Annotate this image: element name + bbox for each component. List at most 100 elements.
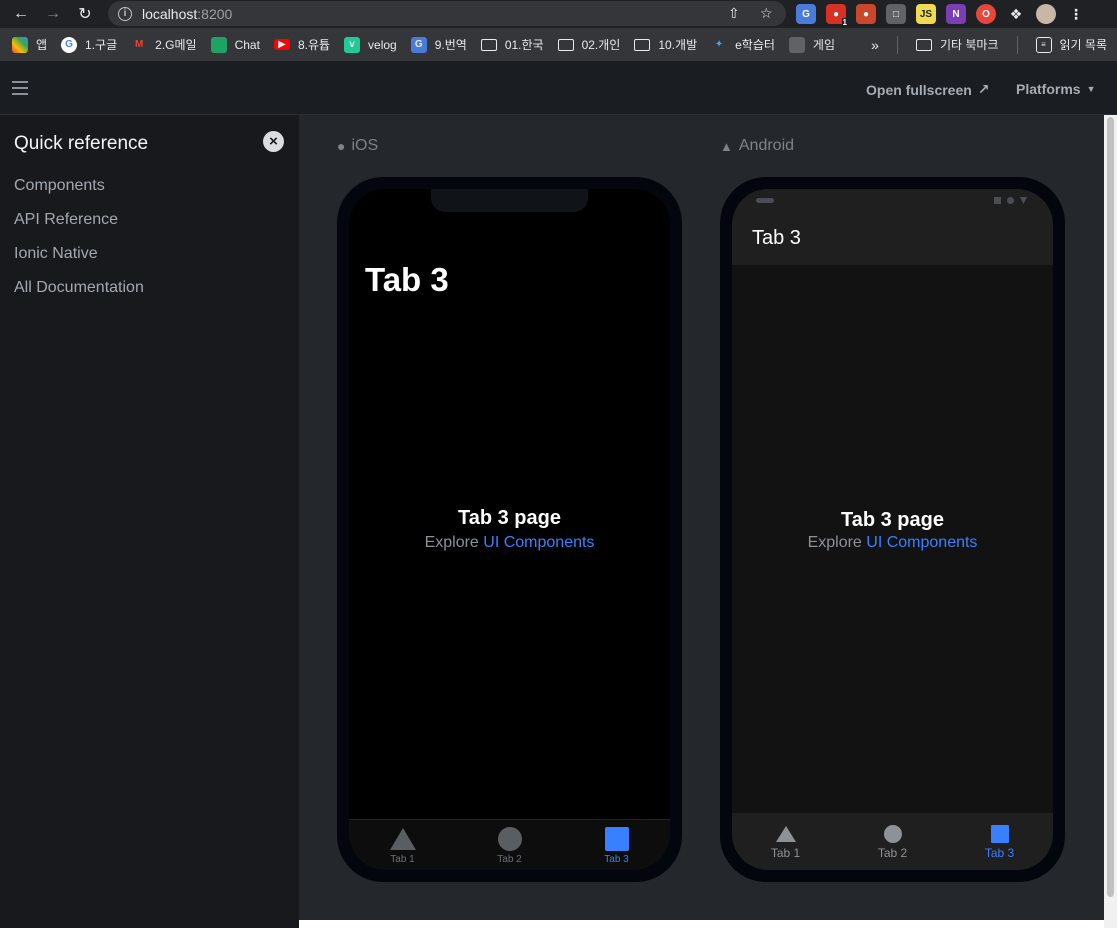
other-bookmarks[interactable]: 기타 북마크 bbox=[915, 36, 999, 53]
bookmark-translate[interactable]: G 9.번역 bbox=[410, 36, 467, 53]
bookmark-label: e학습터 bbox=[735, 38, 775, 52]
sidebar-link-ionic-native[interactable]: Ionic Native bbox=[14, 245, 98, 263]
folder-icon bbox=[915, 38, 932, 51]
sidebar-title: Quick reference bbox=[14, 133, 149, 154]
platforms-label: Platforms bbox=[1016, 81, 1081, 97]
bookmark-game[interactable]: 게임 bbox=[788, 36, 835, 53]
bookmark-label: 01.한국 bbox=[504, 38, 544, 52]
bookmark-label: 8.유튭 bbox=[297, 38, 331, 52]
bookmark-label: 2.G메일 bbox=[155, 38, 197, 52]
android-device-frame: Tab 3 Tab 3 page Explore UI Components T… bbox=[720, 177, 1065, 882]
js-extension-icon[interactable]: JS bbox=[916, 4, 936, 24]
ios-label: ● iOS bbox=[337, 137, 378, 155]
folder-icon bbox=[480, 38, 497, 51]
android-status-bar bbox=[732, 189, 1053, 213]
bookmark-star-icon[interactable]: ☆ bbox=[760, 5, 773, 22]
address-bar[interactable]: i localhost:8200 ⇧ ☆ bbox=[108, 1, 786, 26]
bookmark-divider bbox=[896, 35, 898, 54]
bookmark-folder-dev[interactable]: 10.개발 bbox=[634, 36, 697, 53]
android-tab-bar: Tab 1 Tab 2 Tab 3 bbox=[732, 813, 1053, 870]
bookmark-label: 10.개발 bbox=[658, 38, 698, 52]
ios-explore-text: Explore UI Components bbox=[349, 534, 670, 552]
sidebar-link-all-documentation[interactable]: All Documentation bbox=[14, 279, 144, 297]
close-icon[interactable]: × bbox=[263, 131, 284, 152]
platforms-dropdown[interactable]: Platforms ▼ bbox=[1016, 81, 1096, 97]
bookmark-gmail[interactable]: M 2.G메일 bbox=[131, 36, 197, 53]
bookmark-velog[interactable]: v velog bbox=[344, 36, 397, 53]
hamburger-menu-icon[interactable] bbox=[12, 81, 28, 95]
android-tab-label: Tab 2 bbox=[877, 846, 908, 860]
bookmark-youtube[interactable]: ▶ 8.유튭 bbox=[273, 36, 331, 53]
android-screen: Tab 3 Tab 3 page Explore UI Components T… bbox=[732, 189, 1053, 870]
android-ui-components-link[interactable]: UI Components bbox=[866, 534, 977, 551]
page-scrollbar[interactable] bbox=[1104, 115, 1117, 928]
open-fullscreen-button[interactable]: Open fullscreen ↗ bbox=[866, 81, 990, 98]
android-tab-label: Tab 1 bbox=[770, 846, 801, 860]
bookmark-folder-personal[interactable]: 02.개인 bbox=[557, 36, 620, 53]
password-extension-icon[interactable]: ● 1 bbox=[826, 4, 848, 27]
google-icon: G bbox=[61, 36, 78, 53]
translate-extension-icon[interactable]: G bbox=[796, 4, 816, 24]
android-label-text: Android bbox=[738, 137, 795, 154]
ios-device-frame: Tab 3 Tab 3 page Explore UI Components T… bbox=[337, 177, 682, 882]
profile-avatar-icon[interactable] bbox=[1036, 4, 1056, 24]
ios-tab-1[interactable]: Tab 1 bbox=[349, 820, 456, 870]
apple-icon: ● bbox=[337, 138, 346, 154]
ios-tab-2[interactable]: Tab 2 bbox=[456, 820, 563, 870]
bookmark-label: 읽기 목록 bbox=[1059, 38, 1108, 52]
ios-tab-3[interactable]: Tab 3 bbox=[563, 820, 670, 870]
status-pill-icon bbox=[756, 198, 774, 203]
android-tab-3[interactable]: Tab 3 bbox=[946, 813, 1053, 870]
status-triangle-icon bbox=[1020, 197, 1027, 204]
elearning-icon: ✦ bbox=[714, 39, 724, 50]
open-fullscreen-label: Open fullscreen bbox=[866, 81, 972, 98]
velog-icon: v bbox=[344, 36, 361, 53]
scrollbar-thumb[interactable] bbox=[1107, 117, 1114, 897]
reading-list[interactable]: ≡ 읽기 목록 bbox=[1035, 36, 1108, 53]
reload-icon[interactable]: ↻ bbox=[74, 3, 96, 25]
ios-notch bbox=[431, 189, 588, 212]
santa-extension-icon[interactable]: ● bbox=[856, 4, 876, 24]
triangle-icon bbox=[389, 828, 416, 850]
sidebar-link-components[interactable]: Components bbox=[14, 177, 105, 195]
ios-page-title: Tab 3 page bbox=[458, 507, 561, 529]
folder-icon bbox=[634, 38, 651, 51]
android-explore-label: Explore bbox=[807, 534, 862, 551]
ellipse-icon bbox=[883, 825, 902, 843]
android-tab-2[interactable]: Tab 2 bbox=[839, 813, 946, 870]
onenote-extension-icon[interactable]: N bbox=[946, 4, 966, 24]
bookmark-elearning[interactable]: ✦ e학습터 bbox=[711, 36, 775, 53]
android-page-title: Tab 3 page bbox=[841, 509, 944, 531]
ios-label-text: iOS bbox=[351, 137, 379, 154]
reading-list-icon: ≡ bbox=[1035, 36, 1052, 53]
ios-tab-label: Tab 2 bbox=[497, 854, 522, 865]
ios-ui-components-link[interactable]: UI Components bbox=[483, 534, 594, 551]
url-host: localhost bbox=[142, 5, 198, 22]
share-icon[interactable]: ⇧ bbox=[728, 5, 740, 22]
android-icon: ▲ bbox=[720, 138, 733, 154]
bookmarks-right: » 기타 북마크 ≡ 읽기 목록 bbox=[871, 28, 1107, 61]
android-tab-1[interactable]: Tab 1 bbox=[732, 813, 839, 870]
bookmark-label: 9.번역 bbox=[434, 38, 467, 52]
chat-icon bbox=[210, 36, 227, 53]
back-icon[interactable]: ← bbox=[10, 3, 32, 25]
site-info-icon[interactable]: i bbox=[118, 6, 132, 21]
bookmark-chat[interactable]: Chat bbox=[210, 36, 260, 53]
translate-icon: G bbox=[410, 36, 427, 53]
ios-screen: Tab 3 Tab 3 page Explore UI Components T… bbox=[349, 189, 670, 870]
android-explore-text: Explore UI Components bbox=[732, 534, 1053, 552]
puzzle-extensions-icon[interactable]: ❖ bbox=[1006, 4, 1026, 24]
bookmark-folder-korea[interactable]: 01.한국 bbox=[480, 36, 544, 53]
quick-reference-sidebar: Quick reference × Components API Referen… bbox=[0, 115, 299, 928]
more-bookmarks-button[interactable]: » bbox=[871, 37, 879, 53]
forward-icon[interactable]: → bbox=[42, 3, 64, 25]
ios-tab-label: Tab 1 bbox=[390, 854, 415, 865]
record-extension-icon[interactable]: O bbox=[976, 4, 996, 24]
menu-kebab-icon[interactable]: ⋮ bbox=[1066, 4, 1086, 24]
print-extension-icon[interactable]: □ bbox=[886, 4, 906, 24]
android-label: ▲ Android bbox=[720, 137, 794, 155]
sidebar-link-api-reference[interactable]: API Reference bbox=[14, 211, 118, 229]
bookmark-apps[interactable]: 앱 bbox=[12, 36, 47, 53]
extension-badge: 1 bbox=[841, 18, 848, 27]
bookmark-google[interactable]: G 1.구글 bbox=[61, 36, 117, 53]
